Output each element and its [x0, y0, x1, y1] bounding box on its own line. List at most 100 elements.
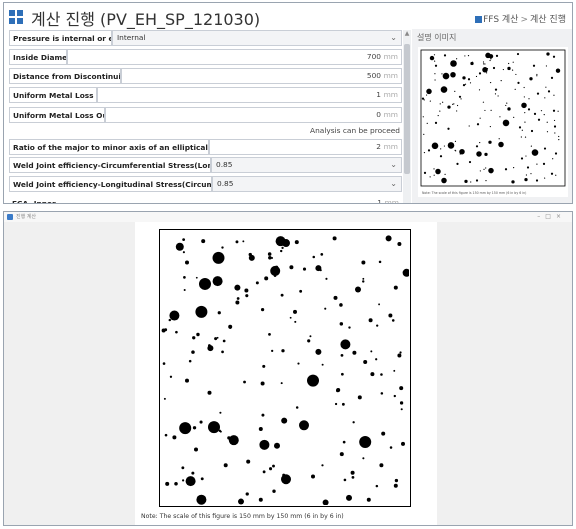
select-value: 0.85 — [217, 179, 234, 188]
pit-mark — [397, 241, 402, 246]
pit-mark — [513, 116, 515, 118]
pit-mark — [259, 439, 270, 450]
pit-mark — [294, 320, 297, 323]
pit-mark — [421, 97, 425, 100]
pit-mark — [324, 307, 327, 310]
pit-mark — [246, 459, 251, 464]
pit-mark — [216, 336, 219, 339]
pit-mark — [427, 149, 431, 152]
pit-mark — [235, 300, 240, 305]
pit-mark — [280, 382, 283, 385]
pit-mark — [274, 265, 279, 269]
pit-mark — [546, 131, 549, 133]
distance-input[interactable]: 500 mm — [121, 68, 402, 84]
pit-mark — [444, 173, 446, 175]
pit-mark — [545, 86, 547, 88]
pit-mark — [433, 174, 435, 176]
pit-mark — [512, 61, 514, 63]
pit-mark — [235, 240, 239, 244]
pit-mark — [497, 95, 499, 97]
pit-mark — [281, 246, 284, 249]
pressure-select[interactable]: Internal ⌄ — [112, 30, 402, 46]
pit-mark — [483, 168, 485, 170]
pit-mark — [518, 126, 522, 129]
pit-mark — [524, 136, 527, 138]
viewer-window-title: 진행 계산 — [16, 214, 36, 220]
pit-mark — [169, 310, 180, 321]
ratio-input[interactable]: 2 mm — [209, 139, 402, 155]
pit-mark — [375, 484, 379, 488]
field-value: 500 — [366, 71, 381, 80]
breadcrumb-root[interactable]: FFS 계산 — [483, 15, 518, 25]
pit-mark — [447, 142, 455, 149]
pit-mark — [334, 402, 338, 406]
pit-mark — [162, 362, 166, 365]
pit-mark — [469, 82, 472, 84]
illustration-thumbnail[interactable]: Note: The scale of this figure is 150 mm… — [418, 47, 568, 197]
pit-mark — [517, 81, 520, 84]
pit-mark — [523, 96, 525, 98]
pit-mark — [385, 235, 392, 242]
pit-mark — [393, 285, 398, 290]
pit-mark — [212, 251, 225, 264]
pit-mark — [268, 332, 271, 336]
pit-mark — [243, 380, 246, 384]
pit-mark — [471, 61, 474, 63]
pit-mark — [540, 110, 543, 112]
pit-mark — [482, 101, 485, 103]
pit-mark — [485, 180, 487, 182]
pit-mark — [175, 242, 184, 251]
metal-loss-inside-input[interactable]: 1 mm — [97, 87, 402, 103]
field-label: Ratio of the major to minor axis of an e… — [9, 139, 209, 155]
pit-mark — [506, 102, 508, 104]
pit-mark — [526, 166, 530, 169]
pit-mark — [174, 482, 178, 486]
pit-mark — [271, 349, 274, 352]
form-row-inside-diameter: Inside Diameter 700 mm — [9, 49, 402, 65]
pit-mark — [525, 155, 527, 157]
scrollbar-thumb[interactable] — [404, 44, 410, 174]
scroll-up-icon[interactable]: ▲ — [403, 30, 411, 38]
pit-mark — [363, 360, 368, 365]
inside-diameter-input[interactable]: 700 mm — [67, 49, 402, 65]
pit-mark — [236, 297, 240, 300]
form-scrollbar[interactable]: ▲ — [403, 30, 411, 203]
fca-inner-input[interactable]: 1 mm — [59, 196, 402, 203]
metal-loss-outside-input[interactable]: 0 mm — [105, 107, 402, 123]
pit-mark — [299, 289, 303, 293]
pit-mark — [490, 109, 492, 111]
pit-mark — [441, 177, 447, 184]
pit-mark — [537, 118, 541, 121]
breadcrumb: FFS 계산 > 계산 진행 — [475, 12, 566, 25]
pit-mark — [165, 481, 170, 486]
pit-mark — [362, 277, 365, 280]
pit-mark — [422, 116, 424, 118]
form-row-distance: Distance from Discontinuity, Lmsd 500 mm — [9, 68, 402, 84]
pit-mark — [194, 447, 198, 452]
pit-mark — [482, 67, 488, 73]
page-title: 계산 진행 (PV_EH_SP_121030) — [31, 10, 261, 29]
pit-mark — [429, 100, 431, 102]
pit-mark — [242, 240, 245, 243]
weld-longitudinal-select[interactable]: 0.85 ⌄ — [212, 176, 402, 192]
weld-circumferential-select[interactable]: 0.85 ⌄ — [211, 157, 402, 173]
pit-mark — [340, 339, 351, 350]
illustration-title: 설명 이미지 — [417, 33, 457, 42]
pit-mark — [280, 293, 284, 297]
field-value: 2 — [376, 142, 381, 151]
pit-mark — [207, 390, 212, 395]
pit-mark — [221, 246, 224, 249]
close-icon[interactable]: × — [556, 213, 566, 220]
pit-mark — [333, 295, 338, 300]
pit-mark — [508, 62, 510, 65]
image-viewer-window: 진행 계산 –□× Note: The scale of this figure… — [3, 211, 573, 526]
pit-mark — [272, 464, 275, 468]
pit-mark — [351, 475, 355, 479]
pit-mark — [459, 153, 461, 155]
pit-mark — [380, 373, 383, 376]
pit-mark — [544, 177, 546, 179]
maximize-icon[interactable]: □ — [545, 213, 556, 220]
pit-mark — [544, 97, 546, 99]
pit-mark — [289, 265, 294, 270]
pit-mark — [515, 73, 517, 76]
